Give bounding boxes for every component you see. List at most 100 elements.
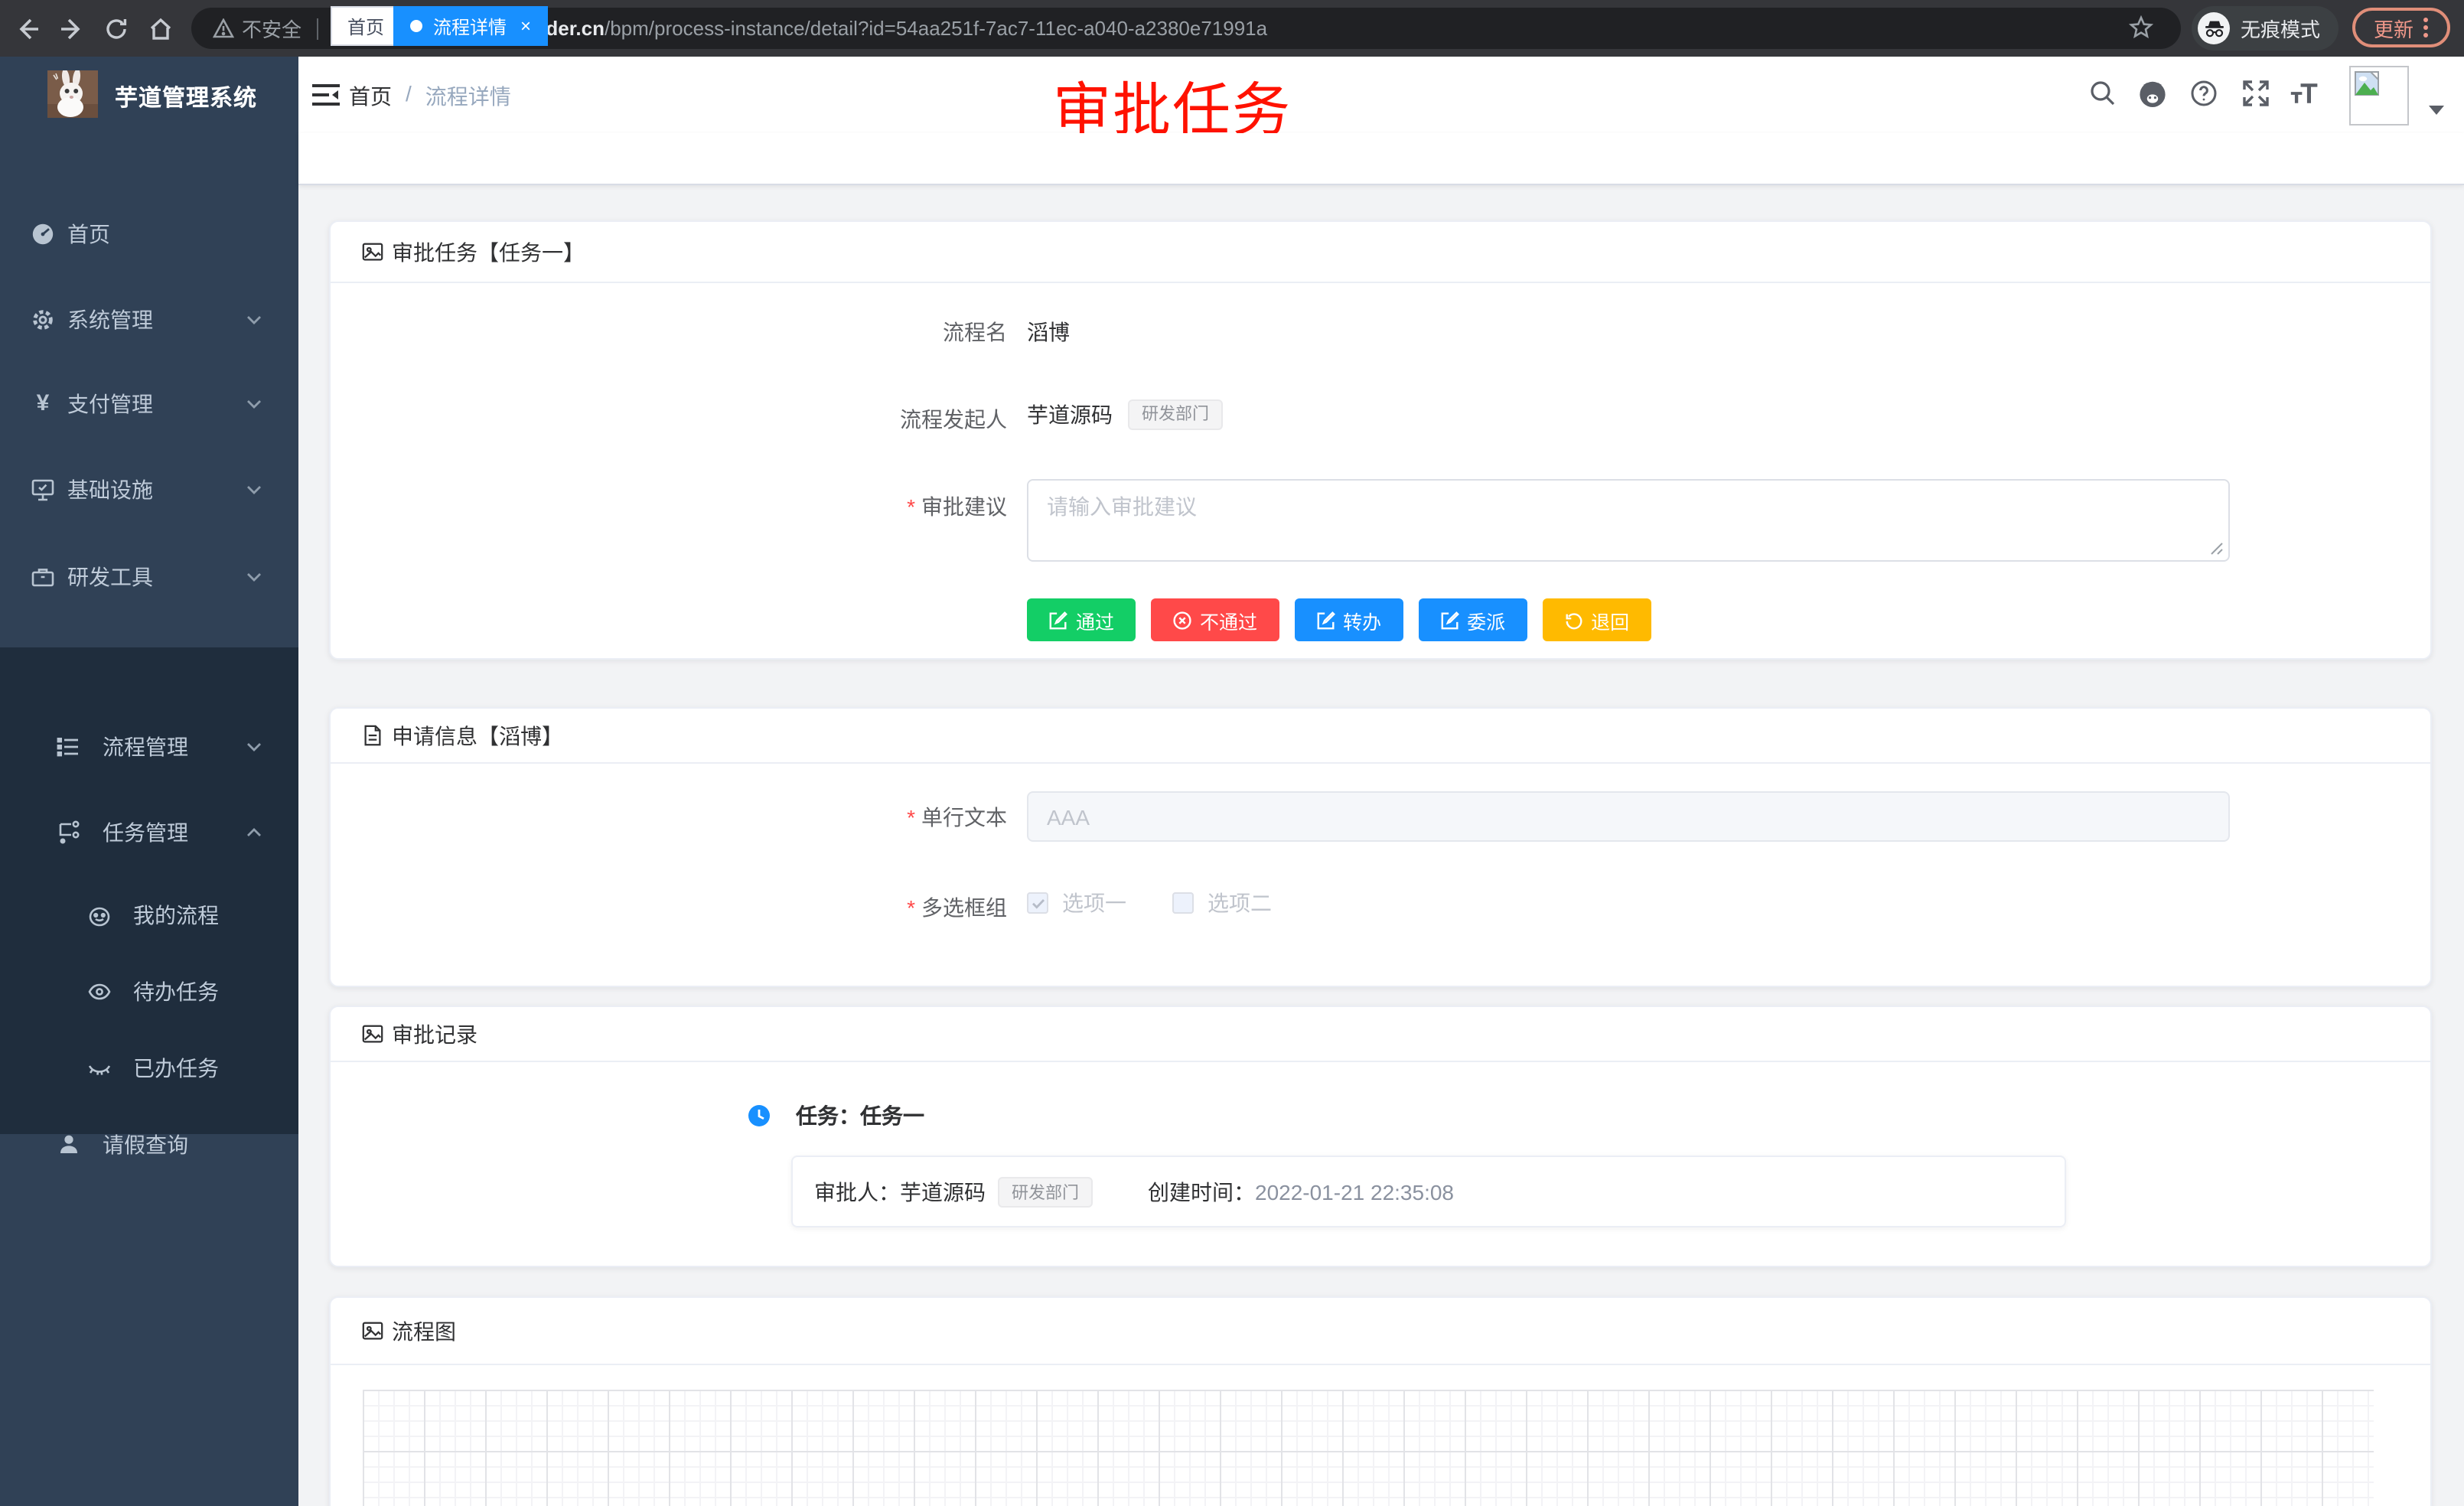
required-mark: * xyxy=(907,494,915,519)
circle-close-icon xyxy=(1172,610,1192,630)
update-label: 更新 xyxy=(2374,13,2413,42)
single-line-text-input[interactable] xyxy=(1027,791,2230,842)
breadcrumb-separator: / xyxy=(406,81,412,112)
sidebar-item-done-tasks[interactable]: 已办任务 xyxy=(0,1030,298,1107)
card-title: 申请信息【滔博】 xyxy=(392,720,563,751)
gear-icon xyxy=(31,308,55,332)
eye-open-icon xyxy=(87,980,112,1004)
browser-update-button[interactable]: 更新 xyxy=(2352,8,2450,47)
incognito-badge: 无痕模式 xyxy=(2192,6,2339,51)
breadcrumb-current: 流程详情 xyxy=(425,81,511,112)
monitor-icon xyxy=(31,478,55,502)
sidebar: 芋道管理系统 首页 系统管理 ¥ 支付管理 基础设施 研发工具 xyxy=(0,57,298,1506)
incognito-label: 无痕模式 xyxy=(2241,14,2320,43)
tree-list-icon xyxy=(57,735,81,759)
process-name-label: 流程名 xyxy=(331,317,1007,347)
starter-label: 流程发起人 xyxy=(331,404,1007,435)
sidebar-collapse-icon[interactable] xyxy=(312,83,340,107)
sidebar-item-label: 支付管理 xyxy=(67,389,153,419)
checkbox-label: 选项二 xyxy=(1208,888,1272,918)
chevron-down-icon xyxy=(246,742,262,751)
help-icon[interactable] xyxy=(2189,78,2219,109)
sidebar-item-todo-tasks[interactable]: 待办任务 xyxy=(0,953,298,1030)
approver-label: 审批人： xyxy=(814,1176,900,1207)
sidebar-item-infra[interactable]: 基础设施 xyxy=(0,447,298,533)
caret-down-icon[interactable] xyxy=(2421,95,2452,126)
sidebar-item-home[interactable]: 首页 xyxy=(0,191,298,277)
sidebar-item-label: 任务管理 xyxy=(103,817,188,848)
transfer-button[interactable]: 转办 xyxy=(1294,598,1403,641)
forward-icon[interactable] xyxy=(57,14,87,44)
yen-icon: ¥ xyxy=(31,392,55,416)
toolbox-icon xyxy=(31,565,55,589)
task-title: 任务：任务一 xyxy=(796,1100,924,1131)
sidebar-item-payment[interactable]: ¥ 支付管理 xyxy=(0,361,298,447)
resize-handle-icon[interactable] xyxy=(2210,542,2224,556)
sidebar-item-label: 系统管理 xyxy=(67,305,153,335)
timeline-node: 任务：任务一 xyxy=(747,1100,924,1131)
sidebar-item-label: 已办任务 xyxy=(133,1053,219,1084)
edit-icon xyxy=(1315,610,1335,630)
created-label: 创建时间： xyxy=(1148,1176,1255,1207)
active-dot xyxy=(410,20,422,32)
sidebar-item-label: 基础设施 xyxy=(67,474,153,505)
text-field-label: *单行文本 xyxy=(331,802,1007,833)
approver-name: 芋道源码 xyxy=(900,1176,986,1207)
document-icon xyxy=(361,724,384,747)
screen: 不安全 dashboard.yudao.iocoder.cn/bpm/proce… xyxy=(0,0,2464,1506)
return-button[interactable]: 退回 xyxy=(1542,598,1651,641)
face-icon xyxy=(87,903,112,927)
security-warning[interactable]: 不安全 xyxy=(213,14,301,43)
incognito-icon xyxy=(2198,12,2230,44)
bpmn-canvas[interactable] xyxy=(363,1390,2374,1506)
sidebar-item-label: 首页 xyxy=(67,219,110,249)
created-time: 2022-01-21 22:35:08 xyxy=(1255,1179,1454,1204)
delegate-button[interactable]: 委派 xyxy=(1418,598,1527,641)
app-logo xyxy=(47,70,98,118)
app-logo-row[interactable]: 芋道管理系统 xyxy=(0,57,298,145)
reject-button[interactable]: 不通过 xyxy=(1151,598,1279,641)
checkbox-option-1[interactable]: 选项一 xyxy=(1027,888,1126,918)
sidebar-item-leave-query[interactable]: 请假查询 xyxy=(0,1107,298,1183)
apply-info-card: 申请信息【滔博】 *单行文本 *多选框组 选项一 选项二 xyxy=(329,707,2432,987)
process-name-value: 滔博 xyxy=(1027,317,1070,347)
sidebar-item-label: 请假查询 xyxy=(103,1130,188,1160)
tab-close-icon[interactable]: × xyxy=(520,17,531,35)
tab-home[interactable]: 首页 xyxy=(331,6,401,46)
bookmark-star-icon[interactable] xyxy=(2129,15,2153,44)
tab-process-detail[interactable]: 流程详情 × xyxy=(393,6,548,46)
approve-button[interactable]: 通过 xyxy=(1027,598,1136,641)
tags-view-bar xyxy=(298,133,2464,185)
checkbox-label: 选项一 xyxy=(1062,888,1126,918)
flow-chart-card: 流程图 xyxy=(329,1296,2432,1506)
picture-icon xyxy=(361,1319,384,1342)
sidebar-item-my-process[interactable]: 我的流程 xyxy=(0,877,298,953)
advice-textarea[interactable]: 请输入审批建议 xyxy=(1027,479,2230,562)
github-icon[interactable] xyxy=(2136,78,2167,109)
dept-tag: 研发部门 xyxy=(998,1176,1093,1207)
chevron-up-icon xyxy=(246,828,262,837)
browser-menu-icon[interactable] xyxy=(2423,17,2429,38)
back-icon[interactable] xyxy=(12,14,43,44)
dashboard-icon xyxy=(31,222,55,246)
apply-info-card-header: 申请信息【滔博】 xyxy=(331,709,2430,764)
search-icon[interactable] xyxy=(2088,78,2118,109)
sidebar-item-label: 我的流程 xyxy=(133,900,219,931)
card-title: 审批记录 xyxy=(392,1019,477,1049)
sidebar-item-process-mgmt[interactable]: 流程管理 xyxy=(0,704,298,790)
sidebar-item-task-mgmt[interactable]: 任务管理 xyxy=(0,790,298,875)
chevron-down-icon xyxy=(246,572,262,582)
sidebar-item-devtools[interactable]: 研发工具 xyxy=(0,534,298,620)
sidebar-item-system[interactable]: 系统管理 xyxy=(0,277,298,363)
reload-icon[interactable] xyxy=(101,14,132,44)
approve-record-card: 审批记录 任务：任务一 审批人： 芋道源码 研发部门 创建时间： 2022-01… xyxy=(329,1006,2432,1267)
font-size-icon[interactable] xyxy=(2290,78,2320,109)
fullscreen-icon[interactable] xyxy=(2241,78,2271,109)
home-icon[interactable] xyxy=(145,14,176,44)
required-mark: * xyxy=(907,805,915,830)
chevron-down-icon xyxy=(246,315,262,324)
avatar[interactable] xyxy=(2349,66,2409,126)
checkbox-option-2[interactable]: 选项二 xyxy=(1172,888,1272,918)
url-path: /bpm/process-instance/detail?id=54aa251f… xyxy=(605,17,1267,40)
breadcrumb-home[interactable]: 首页 xyxy=(349,81,392,112)
